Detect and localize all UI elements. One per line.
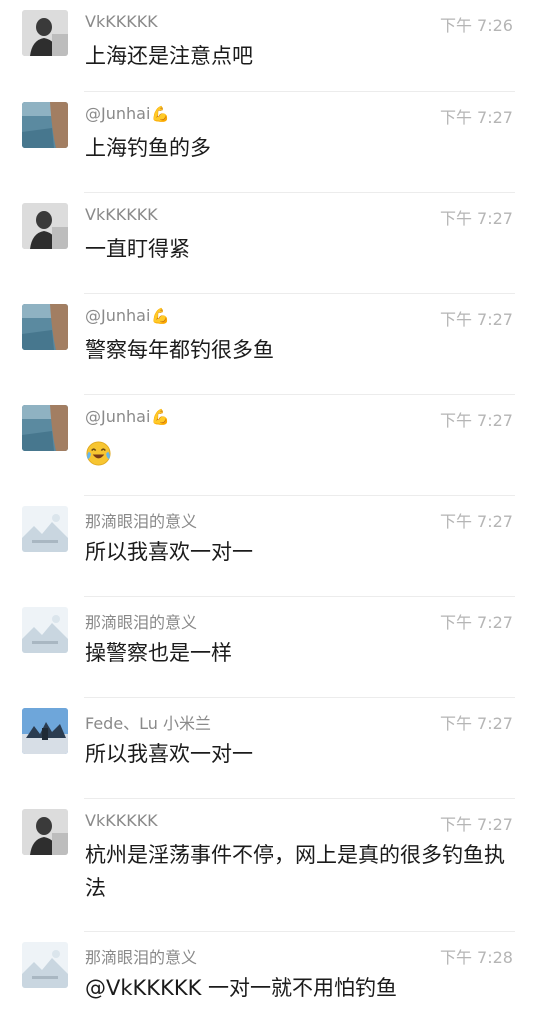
sender-name-text: @Junhai: [85, 104, 151, 123]
message-item[interactable]: VkKKKKK 下午 7:27 杭州是淫荡事件不停，网上是真的很多钓鱼执法: [0, 799, 535, 932]
person-photo-icon: [22, 10, 68, 56]
message-time: 下午 7:27: [439, 209, 513, 228]
message-time: 下午 7:27: [439, 613, 513, 632]
message-text: 操警察也是一样: [85, 641, 232, 665]
avatar[interactable]: [22, 10, 68, 56]
sender-name[interactable]: VkKKKKK: [85, 12, 158, 31]
sender-name[interactable]: Fede、Lu 小米兰: [85, 710, 211, 734]
laughing-crying-emoji-icon: [86, 441, 111, 466]
message-item[interactable]: VkKKKKK 下午 7:27 一直盯得紧: [0, 193, 535, 294]
landscape-placeholder-icon: [22, 607, 68, 653]
message-time: 下午 7:27: [439, 815, 513, 834]
message-time: 下午 7:27: [439, 108, 513, 127]
flexed-biceps-icon: 💪: [151, 105, 171, 123]
message-time: 下午 7:27: [439, 411, 513, 430]
message-time: 下午 7:27: [439, 310, 513, 329]
message-text: 所以我喜欢一对一: [85, 540, 253, 564]
sender-name[interactable]: 那滴眼泪的意义: [85, 508, 197, 532]
message-time: 下午 7:27: [439, 512, 513, 531]
message-text: 一直盯得紧: [85, 237, 190, 261]
avatar[interactable]: [22, 942, 68, 988]
message-item[interactable]: Fede、Lu 小米兰 下午 7:27 所以我喜欢一对一: [0, 698, 535, 799]
message-text: @VkKKKKK 一对一就不用怕钓鱼: [85, 976, 398, 1000]
avatar[interactable]: [22, 809, 68, 855]
sender-name[interactable]: @Junhai💪: [85, 306, 170, 325]
person-photo-icon: [22, 203, 68, 249]
person-photo-icon: [22, 809, 68, 855]
message-item[interactable]: 那滴眼泪的意义 下午 7:27 操警察也是一样: [0, 597, 535, 698]
avatar[interactable]: [22, 607, 68, 653]
avatar[interactable]: [22, 405, 68, 451]
message-item[interactable]: @Junhai💪 下午 7:27 上海钓鱼的多: [0, 92, 535, 193]
landscape-placeholder-icon: [22, 506, 68, 552]
avatar[interactable]: [22, 203, 68, 249]
sender-name-text: @Junhai: [85, 306, 151, 325]
seaside-photo-icon: [22, 304, 68, 350]
flexed-biceps-icon: 💪: [151, 408, 171, 426]
message-time: 下午 7:26: [439, 16, 513, 35]
message-item[interactable]: 那滴眼泪的意义 下午 7:28 @VkKKKKK 一对一就不用怕钓鱼: [0, 932, 535, 1024]
flexed-biceps-icon: 💪: [151, 307, 171, 325]
sender-name-text: @Junhai: [85, 407, 151, 426]
message-text: 所以我喜欢一对一: [85, 742, 253, 766]
sender-name[interactable]: VkKKKKK: [85, 205, 158, 224]
sender-name[interactable]: @Junhai💪: [85, 104, 170, 123]
sender-name[interactable]: VkKKKKK: [85, 811, 158, 830]
message-time: 下午 7:27: [439, 714, 513, 733]
landmark-photo-icon: [22, 708, 68, 754]
message-time: 下午 7:28: [439, 948, 513, 967]
sender-name[interactable]: 那滴眼泪的意义: [85, 609, 197, 633]
message-text: 上海钓鱼的多: [85, 136, 211, 160]
message-item[interactable]: 那滴眼泪的意义 下午 7:27 所以我喜欢一对一: [0, 496, 535, 597]
avatar[interactable]: [22, 506, 68, 552]
message-item[interactable]: VkKKKKK 下午 7:26 上海还是注意点吧: [0, 0, 535, 92]
landscape-placeholder-icon: [22, 942, 68, 988]
sender-name[interactable]: @Junhai💪: [85, 407, 170, 426]
sender-name[interactable]: 那滴眼泪的意义: [85, 944, 197, 968]
message-text: 上海还是注意点吧: [85, 44, 253, 68]
message-text: 杭州是淫荡事件不停，网上是真的很多钓鱼执法: [85, 843, 505, 900]
message-item[interactable]: @Junhai💪 下午 7:27 警察每年都钓很多鱼: [0, 294, 535, 395]
avatar[interactable]: [22, 304, 68, 350]
avatar[interactable]: [22, 708, 68, 754]
seaside-photo-icon: [22, 102, 68, 148]
message-item[interactable]: @Junhai💪 下午 7:27: [0, 395, 535, 496]
seaside-photo-icon: [22, 405, 68, 451]
message-text: 警察每年都钓很多鱼: [85, 338, 274, 362]
avatar[interactable]: [22, 102, 68, 148]
